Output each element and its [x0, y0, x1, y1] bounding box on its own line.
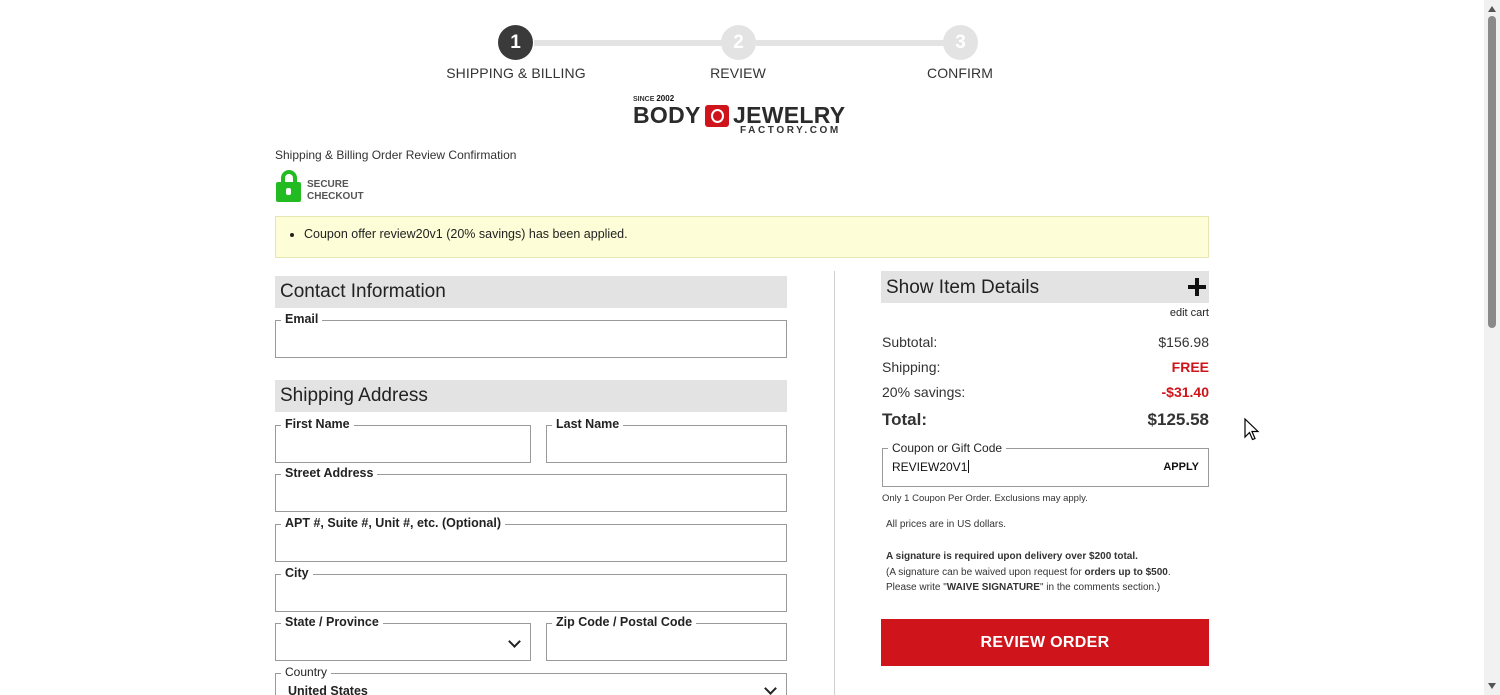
chevron-down-icon: [508, 635, 521, 648]
coupon-code-label: Coupon or Gift Code: [888, 441, 1007, 455]
shipping-value: FREE: [1171, 359, 1209, 375]
scrollbar-thumb[interactable]: [1488, 16, 1496, 328]
signature-note-1c: .: [1167, 567, 1171, 578]
currency-note: All prices are in US dollars.: [886, 519, 1007, 530]
total-label: Total:: [882, 410, 928, 429]
plus-icon[interactable]: [1187, 277, 1207, 297]
checkout-stepper: 1 2 3 SHIPPING & BILLING REVIEW CONFIRM: [0, 0, 1500, 90]
coupon-note: Only 1 Coupon Per Order. Exclusions may …: [882, 493, 1088, 504]
site-logo[interactable]: SINCE 2002 BODY JEWELRY FACTORY.COM: [630, 93, 855, 139]
breadcrumb: Shipping & Billing Order Review Confirma…: [275, 148, 517, 162]
contact-information-heading: Contact Information: [275, 276, 787, 308]
step-connector: [756, 40, 944, 46]
country-value: United States: [288, 684, 368, 695]
apply-coupon-button[interactable]: APPLY: [1163, 461, 1199, 473]
signature-warning: A signature is required upon delivery ov…: [886, 551, 1138, 562]
last-name-label: Last Name: [552, 417, 624, 431]
show-item-details-toggle[interactable]: Show Item Details: [881, 271, 1209, 303]
signature-note-2b: WAIVE SIGNATURE: [946, 582, 1040, 593]
email-label: Email: [281, 312, 323, 326]
city-field[interactable]: City: [275, 566, 787, 612]
notice-message: Coupon offer review20v1 (20% savings) ha…: [304, 227, 628, 241]
total-value: $125.58: [1147, 410, 1209, 429]
coupon-code-input[interactable]: REVIEW20V1: [892, 460, 969, 474]
subtotal-row: Subtotal: $156.98: [882, 334, 1209, 350]
first-name-label: First Name: [281, 417, 354, 431]
apt-label: APT #, Suite #, Unit #, etc. (Optional): [281, 516, 505, 530]
subtotal-label: Subtotal:: [882, 334, 938, 350]
show-item-details-label: Show Item Details: [886, 277, 1040, 298]
shipping-label: Shipping:: [882, 359, 941, 375]
savings-value: -$31.40: [1161, 384, 1209, 400]
signature-note-1b: orders up to $500: [1084, 567, 1168, 578]
secure-checkout-text: SECURE CHECKOUT: [307, 179, 364, 203]
savings-row: 20% savings: -$31.40: [882, 384, 1209, 400]
secure-line-2: CHECKOUT: [307, 191, 364, 202]
scroll-up-arrow-icon[interactable]: [1488, 6, 1496, 12]
signature-note-1a: (A signature can be waived upon request …: [886, 567, 1085, 578]
edit-cart-link[interactable]: edit cart: [1100, 307, 1209, 319]
step-1-circle: 1: [498, 25, 533, 60]
step-2-label: REVIEW: [710, 65, 766, 81]
mouse-cursor-icon: [1244, 418, 1260, 441]
apt-field[interactable]: APT #, Suite #, Unit #, etc. (Optional): [275, 516, 787, 562]
email-field[interactable]: Email: [275, 312, 787, 358]
subtotal-value: $156.98: [1158, 334, 1209, 350]
street-address-label: Street Address: [281, 466, 378, 480]
scroll-down-arrow-icon[interactable]: [1488, 683, 1496, 689]
city-label: City: [281, 566, 313, 580]
total-row: Total: $125.58: [882, 410, 1209, 430]
signature-note-line-1: (A signature can be waived upon request …: [886, 567, 1171, 578]
first-name-field[interactable]: First Name: [275, 417, 531, 463]
step-2-circle: 2: [721, 25, 756, 60]
state-label: State / Province: [281, 615, 383, 629]
page-scrollbar[interactable]: [1484, 0, 1500, 695]
secure-line-1: SECURE: [307, 179, 349, 190]
signature-note-2a: Please write ": [886, 582, 947, 593]
country-label: Country: [281, 665, 332, 679]
step-3-label: CONFIRM: [926, 65, 994, 81]
last-name-field[interactable]: Last Name: [546, 417, 787, 463]
logo-word-body: BODY: [633, 102, 701, 128]
signature-note-2c: " in the comments section.): [1039, 582, 1161, 593]
lock-icon: [276, 170, 302, 202]
step-1-label: SHIPPING & BILLING: [446, 65, 586, 81]
column-divider: [834, 271, 835, 695]
zip-code-label: Zip Code / Postal Code: [552, 615, 697, 629]
signature-note-line-2: Please write "WAIVE SIGNATURE" in the co…: [886, 582, 1160, 593]
step-connector: [534, 40, 722, 46]
street-address-field[interactable]: Street Address: [275, 466, 787, 512]
country-select[interactable]: Country United States: [275, 665, 787, 695]
logo-subtitle: FACTORY.COM: [740, 125, 841, 136]
coupon-code-field[interactable]: Coupon or Gift Code REVIEW20V1 APPLY: [882, 441, 1209, 487]
state-select[interactable]: State / Province: [275, 615, 531, 661]
review-order-button[interactable]: REVIEW ORDER: [881, 619, 1209, 666]
secure-checkout-badge: SECURE CHECKOUT: [276, 170, 396, 202]
shipping-row: Shipping: FREE: [882, 359, 1209, 375]
zip-code-field[interactable]: Zip Code / Postal Code: [546, 615, 787, 661]
logo-gem-icon: [705, 105, 729, 127]
shipping-address-heading: Shipping Address: [275, 380, 787, 412]
coupon-applied-notice: Coupon offer review20v1 (20% savings) ha…: [275, 216, 1209, 258]
step-3-circle: 3: [943, 25, 978, 60]
savings-label: 20% savings:: [882, 384, 966, 400]
chevron-down-icon: [764, 682, 777, 695]
